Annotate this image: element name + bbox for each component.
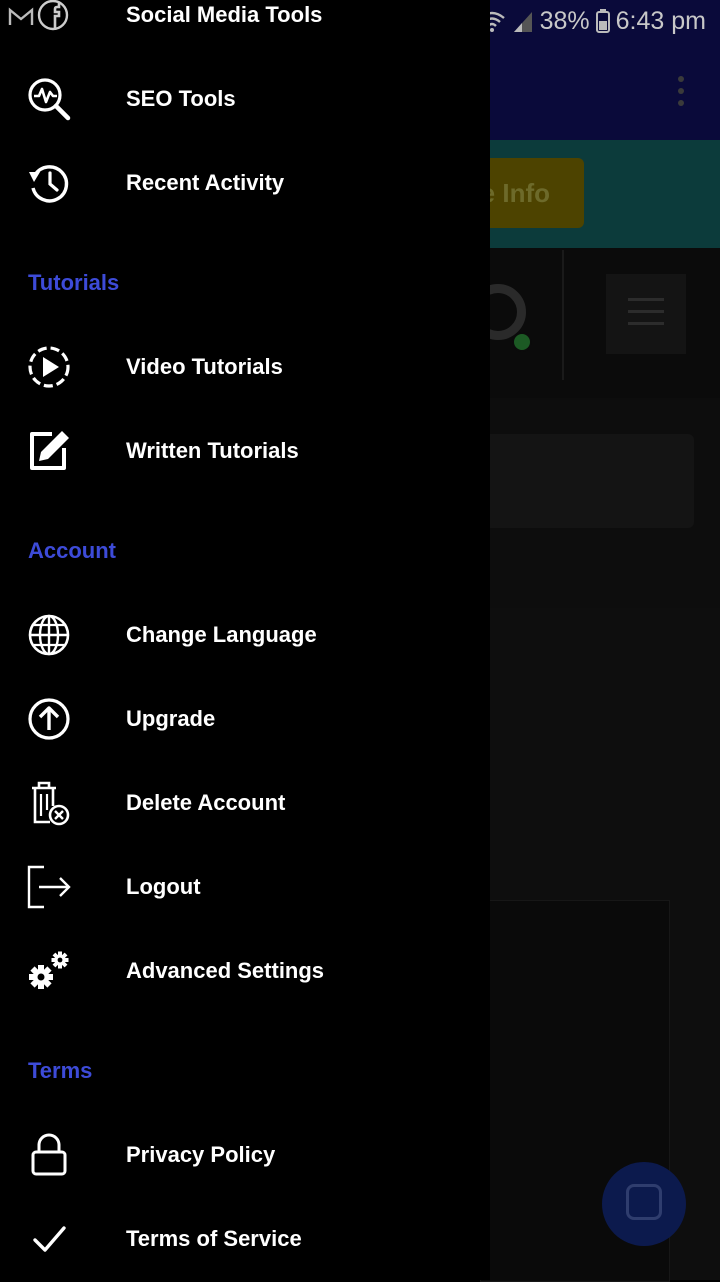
nav-item-logout[interactable]: Logout	[0, 845, 490, 929]
history-icon	[26, 160, 72, 206]
navigation-drawer: Social Media Tools SEO Tools Recent Acti…	[0, 0, 490, 1280]
divider	[562, 250, 564, 380]
edit-icon	[26, 428, 72, 474]
online-status-dot	[512, 332, 532, 352]
battery-percent: 38%	[539, 6, 590, 35]
lock-icon	[26, 1132, 72, 1178]
section-header-tutorials: Tutorials	[28, 270, 120, 295]
battery-icon	[595, 9, 610, 33]
overflow-menu-icon	[676, 76, 686, 108]
nav-item-recent-activity[interactable]: Recent Activity	[0, 141, 490, 225]
nav-item-label: Terms of Service	[126, 1226, 302, 1251]
clock: 6:43 pm	[615, 6, 706, 35]
nav-item-social-media-tools[interactable]: Social Media Tools	[0, 0, 490, 57]
nav-item-label: Advanced Settings	[126, 958, 325, 983]
nav-item-label: Delete Account	[126, 790, 286, 815]
nav-item-label: Logout	[126, 874, 201, 899]
nav-item-terms-of-service[interactable]: Terms of Service	[0, 1197, 490, 1281]
signal-icon	[512, 10, 534, 32]
section-header-account: Account	[28, 538, 116, 563]
logout-icon	[26, 864, 72, 910]
nav-item-label: Written Tutorials	[126, 438, 299, 463]
trash-x-icon	[26, 780, 72, 826]
status-bar: 38% 6:43 pm	[454, 4, 706, 38]
arrow-up-circle-icon	[26, 696, 72, 742]
menu-icon	[606, 274, 686, 354]
chat-bubble-icon	[602, 1162, 686, 1246]
nav-item-advanced-settings[interactable]: Advanced Settings	[0, 929, 490, 1013]
nav-item-delete-account[interactable]: Delete Account	[0, 761, 490, 845]
nav-item-seo-tools[interactable]: SEO Tools	[0, 57, 490, 141]
seo-search-icon	[26, 76, 72, 122]
globe-icon	[26, 612, 72, 658]
nav-item-label: Social Media Tools	[126, 2, 323, 27]
play-circle-icon	[26, 344, 72, 390]
background-card	[480, 434, 694, 528]
nav-item-upgrade[interactable]: Upgrade	[0, 677, 490, 761]
checkmark-icon	[26, 1216, 72, 1262]
nav-item-label: Upgrade	[126, 706, 216, 731]
nav-item-label: Recent Activity	[126, 170, 285, 195]
nav-item-change-language[interactable]: Change Language	[0, 593, 490, 677]
nav-item-privacy-policy[interactable]: Privacy Policy	[0, 1113, 490, 1197]
nav-item-label: Privacy Policy	[126, 1142, 276, 1167]
nav-item-label: Video Tutorials	[126, 354, 283, 379]
gears-icon	[26, 948, 72, 994]
section-header-terms: Terms	[28, 1058, 93, 1083]
nav-item-video-tutorials[interactable]: Video Tutorials	[0, 325, 490, 409]
nav-item-label: SEO Tools	[126, 86, 236, 111]
nav-item-label: Change Language	[126, 622, 317, 647]
nav-item-written-tutorials[interactable]: Written Tutorials	[0, 409, 490, 493]
